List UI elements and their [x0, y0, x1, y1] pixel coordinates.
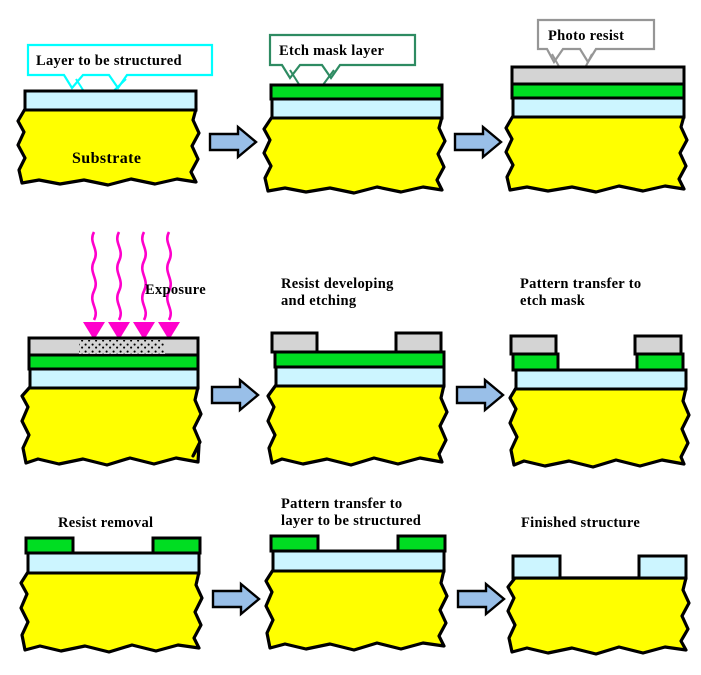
exposure-ray-4: [166, 231, 172, 321]
substrate-block: [504, 114, 689, 194]
step-6-group: Pattern transfer to etch mask: [508, 276, 691, 469]
substrate-block: [266, 383, 449, 467]
substrate-label: Substrate: [72, 150, 141, 167]
photo-resist-pad-right: [394, 331, 443, 354]
arrow-shape: [455, 377, 505, 413]
photo-resist-film: [510, 65, 686, 86]
step-5-caption-line-1: Resist developing: [281, 276, 394, 292]
layer-to-be-structured-film: [28, 367, 200, 390]
etch-mask-pad-right: [396, 534, 447, 553]
step-9-group: Finished structure: [506, 515, 691, 656]
etch-mask-pad-right: [151, 536, 202, 555]
etch-mask-film: [273, 350, 446, 369]
exposure-rays: [91, 231, 172, 321]
arrow-shape: [211, 581, 261, 617]
arrow-shape: [453, 124, 503, 160]
etch-mask-pad-left: [24, 536, 75, 555]
process-flow-diagram: Layer to be structured Substrate Etch ma…: [0, 0, 701, 675]
exposure-label: Exposure: [145, 282, 206, 298]
layer-to-be-structured-film: [23, 89, 198, 112]
step-8-caption-line-2: layer to be structured: [281, 513, 421, 529]
step-5-caption-line-2: and etching: [281, 293, 357, 309]
step-3-group: Photo resist: [504, 18, 689, 194]
substrate-block: [506, 576, 691, 656]
arrow-shape: [210, 377, 260, 413]
etch-mask-pad-right: [635, 352, 685, 372]
photo-resist-pad-left: [509, 334, 558, 356]
callout-photo-resist: Photo resist: [536, 18, 656, 65]
flow-arrow-7-8: [211, 581, 261, 617]
callout-label-layer: Layer to be structured: [36, 53, 182, 69]
step-8-group: Pattern transfer to layer to be structur…: [264, 496, 449, 652]
exposure-ray-1: [91, 231, 97, 321]
substrate-block: [16, 107, 201, 187]
flow-arrow-8-9: [456, 581, 506, 617]
callout-layer-to-be-structured: Layer to be structured: [26, 43, 214, 90]
substrate-block: [508, 386, 691, 469]
arrow-shape: [208, 124, 258, 160]
diagram-canvas: Layer to be structured Substrate Etch ma…: [16, 18, 691, 656]
etch-mask-film: [510, 82, 686, 100]
substrate-block: [19, 570, 204, 654]
callout-label-etchmask: Etch mask layer: [279, 43, 384, 59]
substrate-block: [264, 568, 449, 652]
etch-mask-film: [27, 353, 200, 371]
arrow-shape: [456, 581, 506, 617]
flow-arrow-5-6: [455, 377, 505, 413]
etch-mask-pad-left: [269, 534, 320, 553]
photo-resist-pad-right: [633, 334, 683, 356]
step-4-group: Exposure: [20, 231, 206, 467]
layer-to-be-structured-film: [511, 96, 686, 119]
step-6-caption-line-2: etch mask: [520, 293, 586, 309]
step-9-caption-line-1: Finished structure: [521, 515, 640, 531]
flow-arrow-4-5: [210, 377, 260, 413]
layer-to-be-structured-film: [26, 551, 201, 575]
exposed-resist-region: [79, 340, 165, 354]
step-6-caption-line-1: Pattern transfer to: [520, 276, 641, 292]
flow-arrow-1-2: [208, 124, 258, 160]
etch-mask-pad-left: [511, 352, 560, 372]
substrate-block: [262, 115, 447, 195]
step-8-caption-line-1: Pattern transfer to: [281, 496, 402, 512]
etch-mask-film: [269, 83, 444, 101]
exposure-ray-3: [141, 231, 147, 321]
step-1-group: Layer to be structured Substrate: [16, 43, 214, 187]
layer-to-be-structured-film: [514, 368, 688, 391]
callout-label-resist: Photo resist: [548, 28, 624, 44]
step-2-group: Etch mask layer: [262, 33, 447, 195]
step-7-group: Resist removal: [19, 515, 204, 654]
step-5-group: Resist developing and etching: [266, 276, 449, 467]
layer-to-be-structured-film: [271, 549, 446, 573]
exposure-ray-2: [116, 231, 122, 321]
photo-resist-pad-left: [270, 331, 319, 354]
step-7-caption-line-1: Resist removal: [58, 515, 153, 531]
structured-layer-pad-right: [637, 554, 688, 580]
substrate-block: [20, 385, 203, 467]
structured-layer-pad-left: [511, 554, 562, 580]
flow-arrow-2-3: [453, 124, 503, 160]
layer-to-be-structured-film: [270, 97, 444, 120]
layer-to-be-structured-film: [274, 365, 446, 388]
